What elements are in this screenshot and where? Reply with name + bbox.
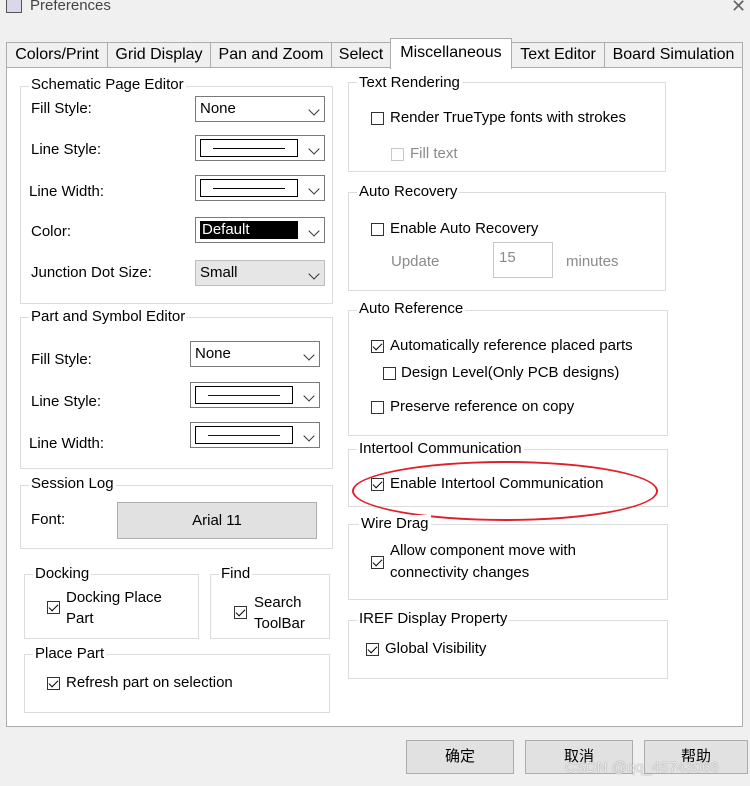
session-log-group-title: Session Log <box>29 475 116 492</box>
close-icon[interactable]: ✕ <box>731 0 746 17</box>
part-symbol-group-title: Part and Symbol Editor <box>29 308 188 325</box>
chevron-down-icon <box>308 225 320 237</box>
app-icon <box>6 0 22 13</box>
schematic-fill-style-value: None <box>200 100 236 117</box>
global-visibility-label: Global Visibility <box>385 640 487 657</box>
tab-select[interactable]: Select <box>331 42 391 67</box>
intertool-group-title: Intertool Communication <box>357 440 524 457</box>
schematic-junction-label: Junction Dot Size: <box>31 264 152 281</box>
design-level-checkbox[interactable] <box>383 367 396 380</box>
font-select-button[interactable]: Arial 11 <box>117 502 317 539</box>
tab-board-simulation[interactable]: Board Simulation <box>604 42 743 67</box>
tab-text-editor[interactable]: Text Editor <box>511 42 605 67</box>
chevron-down-icon <box>308 143 320 155</box>
schematic-line-style-select[interactable] <box>195 135 325 161</box>
refresh-part-label: Refresh part on selection <box>66 674 233 691</box>
chevron-down-icon <box>303 349 315 361</box>
color-value: Default <box>200 221 298 239</box>
global-visibility-checkbox[interactable] <box>366 643 379 656</box>
preserve-reference-checkbox[interactable] <box>371 401 384 414</box>
schematic-junction-value: Small <box>200 264 238 281</box>
fill-text-label: Fill text <box>410 145 458 162</box>
find-group-title: Find <box>219 565 253 582</box>
line-style-preview <box>195 386 293 404</box>
ok-button[interactable]: 确定 <box>406 740 514 774</box>
docking-place-part-checkbox[interactable] <box>47 601 60 614</box>
session-log-font-label: Font: <box>31 511 66 528</box>
chevron-down-icon <box>303 430 315 442</box>
part-fill-style-label: Fill Style: <box>31 351 92 368</box>
design-level-label: Design Level(Only PCB designs) <box>401 364 620 381</box>
find-option-line1: Search <box>254 594 302 611</box>
schematic-line-style-label: Line Style: <box>31 141 102 158</box>
auto-recovery-group-title: Auto Recovery <box>357 183 460 200</box>
find-option-line2: ToolBar <box>254 615 305 632</box>
schematic-line-width-label: Line Width: <box>29 183 105 200</box>
search-toolbar-checkbox[interactable] <box>234 606 247 619</box>
auto-reference-placed-label: Automatically reference placed parts <box>390 337 633 354</box>
part-line-width-label: Line Width: <box>29 435 105 452</box>
chevron-down-icon <box>308 104 320 116</box>
line-width-preview <box>200 179 298 197</box>
allow-component-move-checkbox[interactable] <box>371 556 384 569</box>
chevron-down-icon <box>308 268 320 280</box>
schematic-group-title: Schematic Page Editor <box>29 76 186 93</box>
highlight-ellipse <box>352 461 658 521</box>
refresh-part-checkbox[interactable] <box>47 677 60 690</box>
schematic-line-width-select[interactable] <box>195 175 325 201</box>
update-interval-input[interactable]: 15 <box>493 242 553 278</box>
schematic-fill-style-select[interactable]: None <box>195 96 325 122</box>
fill-text-checkbox[interactable] <box>391 148 404 161</box>
wire-drag-group <box>348 524 668 600</box>
line-sample <box>208 395 280 396</box>
line-sample <box>213 148 285 149</box>
enable-auto-recovery-checkbox[interactable] <box>371 223 384 236</box>
text-rendering-group-title: Text Rendering <box>357 74 462 91</box>
chevron-down-icon <box>308 183 320 195</box>
update-label: Update <box>391 253 440 270</box>
part-fill-style-value: None <box>195 345 231 362</box>
line-width-preview <box>195 426 293 444</box>
schematic-junction-select[interactable]: Small <box>195 260 325 286</box>
part-line-width-select[interactable] <box>190 422 320 448</box>
schematic-fill-style-label: Fill Style: <box>31 100 92 117</box>
tab-miscellaneous[interactable]: Miscellaneous <box>390 38 512 69</box>
render-truetype-checkbox[interactable] <box>371 112 384 125</box>
place-part-group-title: Place Part <box>33 645 107 662</box>
wire-drag-option-line1: Allow component move with <box>390 542 576 559</box>
tab-pan-and-zoom[interactable]: Pan and Zoom <box>210 42 332 67</box>
render-truetype-label: Render TrueType fonts with strokes <box>390 109 626 126</box>
part-fill-style-select[interactable]: None <box>190 341 320 367</box>
enable-auto-recovery-label: Enable Auto Recovery <box>390 220 539 237</box>
tab-colors-print[interactable]: Colors/Print <box>6 42 108 67</box>
part-line-style-label: Line Style: <box>31 393 102 410</box>
line-sample <box>213 188 285 189</box>
wire-drag-option-line2: connectivity changes <box>390 564 530 581</box>
watermark: CSDN @qq_45743066 <box>565 759 719 776</box>
line-sample <box>208 435 280 436</box>
minutes-label: minutes <box>566 253 619 270</box>
auto-reference-group-title: Auto Reference <box>357 300 466 317</box>
line-style-preview <box>200 139 298 157</box>
iref-group-title: IREF Display Property <box>357 610 510 627</box>
chevron-down-icon <box>303 390 315 402</box>
window-title: Preferences <box>30 0 111 14</box>
docking-option-line1: Docking Place <box>66 589 162 606</box>
auto-reference-placed-checkbox[interactable] <box>371 340 384 353</box>
docking-group-title: Docking <box>33 565 92 582</box>
part-line-style-select[interactable] <box>190 382 320 408</box>
preserve-reference-label: Preserve reference on copy <box>390 398 575 415</box>
docking-option-line2: Part <box>66 610 94 627</box>
schematic-color-label: Color: <box>31 223 72 240</box>
tab-grid-display[interactable]: Grid Display <box>107 42 211 67</box>
schematic-color-select[interactable]: Default <box>195 217 325 243</box>
wire-drag-group-title: Wire Drag <box>359 515 431 532</box>
